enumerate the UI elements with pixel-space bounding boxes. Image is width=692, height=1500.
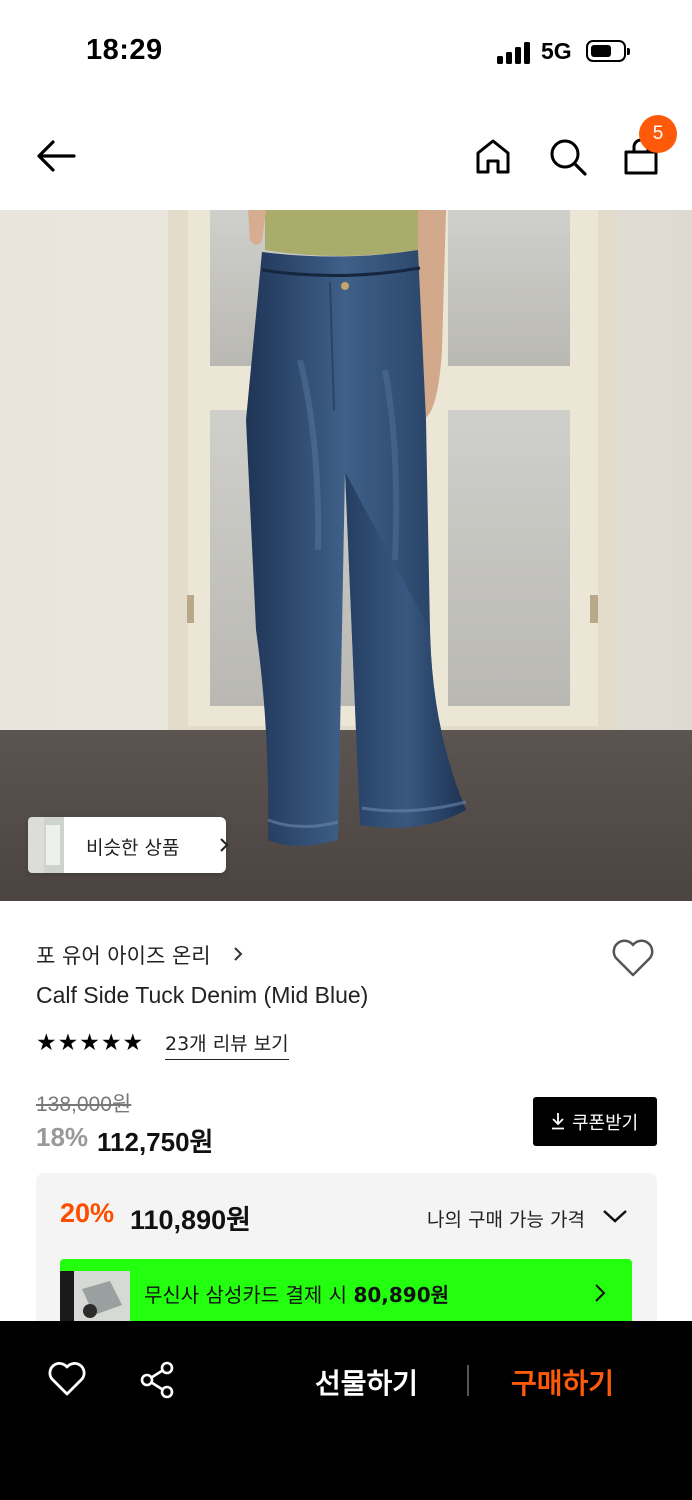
download-icon	[552, 1113, 564, 1130]
status-time: 18:29	[86, 34, 163, 66]
home-icon[interactable]	[474, 137, 512, 175]
card-image	[60, 1271, 130, 1325]
original-price: 138,000원	[36, 1093, 132, 1116]
similar-products-label: 비슷한 상품	[86, 837, 180, 859]
coupon-download-button[interactable]: 쿠폰받기	[533, 1097, 657, 1146]
chevron-right-icon	[595, 1284, 606, 1302]
app-header	[0, 100, 692, 210]
network-type: 5G	[541, 38, 572, 64]
cart-count-badge: 5	[639, 115, 677, 153]
chevron-right-icon	[220, 838, 229, 852]
rating-stars: ★ ★ ★ ★ ★	[36, 1030, 143, 1056]
star-icon: ★	[79, 1030, 100, 1056]
member-price: 110,890원	[130, 1205, 251, 1235]
product-image[interactable]	[0, 210, 692, 901]
star-icon: ★	[57, 1030, 79, 1056]
search-icon[interactable]	[548, 137, 588, 177]
gift-button[interactable]: 선물하기	[315, 1362, 418, 1402]
card-offer-text: 무신사 삼성카드 결제 시 80,890원	[144, 1283, 450, 1307]
discount-rate: 18%	[36, 1122, 89, 1152]
share-icon[interactable]	[139, 1361, 177, 1399]
my-price-toggle[interactable]: 나의 구매 가능 가격	[427, 1205, 585, 1232]
back-arrow-icon[interactable]	[34, 138, 78, 174]
bottom-action-bar	[0, 1321, 692, 1500]
product-photo	[0, 210, 692, 901]
signal-icon	[497, 42, 531, 64]
chevron-down-icon[interactable]	[602, 1208, 628, 1224]
divider	[467, 1365, 469, 1396]
coupon-label: 쿠폰받기	[572, 1113, 639, 1134]
brand-name[interactable]: 포 유어 아이즈 온리	[36, 940, 211, 970]
similar-products-button[interactable]: 비슷한 상품	[28, 817, 229, 873]
status-bar: 18:29 5G	[0, 0, 692, 100]
product-name: Calf Side Tuck Denim (Mid Blue)	[36, 982, 369, 1008]
card-offer-banner[interactable]: 무신사 삼성카드 결제 시 80,890원	[60, 1259, 632, 1325]
star-icon: ★	[100, 1030, 122, 1056]
chevron-right-icon[interactable]	[232, 946, 244, 962]
star-icon: ★	[36, 1030, 57, 1056]
member-discount-rate: 20%	[60, 1198, 115, 1228]
wishlist-heart-icon[interactable]	[611, 938, 655, 978]
similar-thumbnail	[28, 817, 64, 873]
sale-price: 112,750원	[97, 1127, 214, 1157]
buy-button[interactable]: 구매하기	[511, 1362, 614, 1402]
heart-icon[interactable]	[48, 1361, 86, 1397]
battery-icon	[586, 40, 630, 62]
review-link[interactable]: 23개 리뷰 보기	[165, 1029, 289, 1060]
star-icon: ★	[122, 1030, 144, 1056]
